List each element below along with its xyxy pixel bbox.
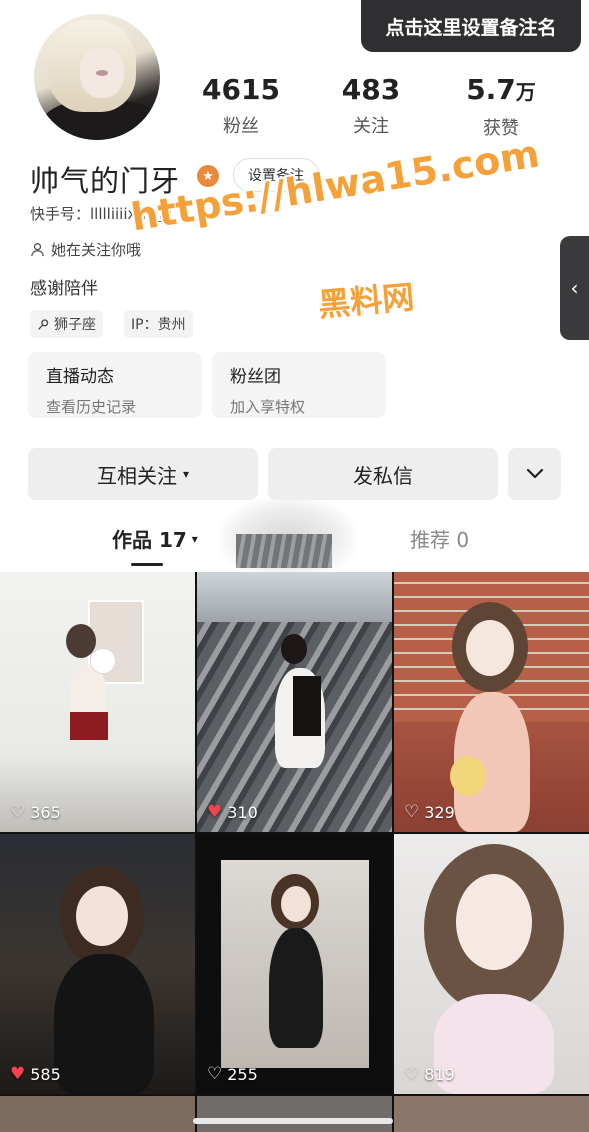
followers-count: 4615 xyxy=(202,73,280,106)
person-figure xyxy=(70,712,108,740)
following-label: 关注 xyxy=(353,116,389,137)
followers-stat[interactable]: 4615 粉丝 xyxy=(181,74,301,138)
person-figure xyxy=(281,634,307,664)
heart-outline-icon: ♡ xyxy=(404,802,420,822)
like-count: ♡ 329 xyxy=(404,803,455,822)
drink-cup xyxy=(450,756,486,796)
fan-club-subtitle: 加入享特权 xyxy=(230,398,306,416)
caret-down-icon: ▾ xyxy=(191,531,198,546)
watermark-subtitle: 黑料网 xyxy=(316,277,416,325)
person-figure xyxy=(76,886,128,946)
like-count: ♥ 585 xyxy=(10,1065,61,1084)
chevron-down-icon xyxy=(526,468,543,479)
like-count-value: 365 xyxy=(30,803,61,822)
live-activity-card[interactable]: 直播动态 查看历史记录 xyxy=(28,352,202,418)
mutual-follow-label: 互相关注 xyxy=(96,463,177,488)
live-activity-title: 直播动态 xyxy=(46,367,114,387)
heart-filled-icon: ♥ xyxy=(207,802,223,822)
like-count-value: 255 xyxy=(227,1065,258,1084)
following-count: 483 xyxy=(341,73,401,106)
like-count-value: 819 xyxy=(424,1065,455,1084)
blurred-thumbnail xyxy=(236,534,332,568)
fan-club-card[interactable]: 粉丝团 加入享特权 xyxy=(212,352,386,418)
tag-zodiac: 狮子座 xyxy=(30,310,103,338)
more-options-button[interactable] xyxy=(508,448,561,500)
post-thumbnail[interactable] xyxy=(394,1096,589,1132)
tab-recommend-label: 推荐 0 xyxy=(410,528,470,552)
post-thumbnail[interactable]: ♡ 255 xyxy=(197,834,392,1094)
tag-zodiac-label: 狮子座 xyxy=(54,317,96,333)
person-figure xyxy=(54,954,154,1094)
heart-outline-icon: ♡ xyxy=(10,802,26,822)
post-thumbnail[interactable] xyxy=(0,1096,195,1132)
send-message-label: 发私信 xyxy=(353,463,413,488)
post-thumbnail[interactable] xyxy=(197,1096,392,1132)
post-thumbnail[interactable]: ♥ 585 xyxy=(0,834,195,1094)
set-note-name-button[interactable]: 点击这里设置备注名 xyxy=(361,0,581,52)
profile-avatar[interactable] xyxy=(34,14,160,140)
person-figure xyxy=(293,676,321,736)
followers-label: 粉丝 xyxy=(223,116,259,137)
mutual-follow-button[interactable]: 互相关注 ▾ xyxy=(28,448,258,500)
like-count: ♡ 255 xyxy=(207,1065,258,1084)
post-thumbnail[interactable]: ♡ 819 xyxy=(394,834,589,1094)
live-activity-subtitle: 查看历史记录 xyxy=(46,398,137,416)
side-drawer-toggle[interactable]: ‹ xyxy=(560,236,589,340)
follows-you-row: 她在关注你哦 xyxy=(30,239,141,260)
post-thumbnail[interactable]: ♥ 310 xyxy=(197,572,392,832)
likes-count: 5.7万 xyxy=(466,73,536,106)
fan-club-title: 粉丝团 xyxy=(230,367,281,387)
avatar-eye xyxy=(96,70,108,76)
like-count-value: 585 xyxy=(30,1065,61,1084)
heart-outline-icon: ♡ xyxy=(207,1064,223,1084)
post-thumbnail[interactable]: ♡ 329 xyxy=(394,572,589,832)
tab-recommend[interactable]: 推荐 0 xyxy=(410,524,469,553)
post-thumbnail[interactable]: ♡ 365 xyxy=(0,572,195,832)
person-figure xyxy=(269,928,323,1048)
person-figure xyxy=(466,620,514,676)
send-message-button[interactable]: 发私信 xyxy=(268,448,498,500)
sky-area xyxy=(197,572,392,622)
tab-works-label: 作品 17 xyxy=(112,528,187,552)
like-count-value: 329 xyxy=(424,803,455,822)
tag-ip-label: IP：贵州 xyxy=(131,317,186,333)
like-count: ♡ 819 xyxy=(404,1065,455,1084)
zodiac-icon xyxy=(38,318,49,330)
person-icon xyxy=(31,243,44,257)
like-count-value: 310 xyxy=(227,803,258,822)
following-stat[interactable]: 483 关注 xyxy=(311,74,431,138)
plush-toy xyxy=(90,648,116,674)
like-count: ♡ 365 xyxy=(10,803,61,822)
home-indicator xyxy=(193,1118,393,1124)
follows-you-text: 她在关注你哦 xyxy=(51,241,142,259)
heart-filled-icon: ♥ xyxy=(10,1064,26,1084)
person-figure xyxy=(456,874,532,970)
heart-outline-icon: ♡ xyxy=(404,1064,420,1084)
person-figure xyxy=(281,886,311,922)
posts-grid: ♡ 365 ♥ 310 ♡ 329 ♥ 585 ♡ 255 ♡ 819 xyxy=(0,572,589,1132)
tag-ip-location: IP：贵州 xyxy=(124,310,193,338)
like-count: ♥ 310 xyxy=(207,803,258,822)
caret-down-icon: ▾ xyxy=(182,467,190,481)
likes-stat[interactable]: 5.7万 获赞 xyxy=(441,74,561,140)
watermark-url: https://hlwa15.com xyxy=(128,131,543,240)
profile-bio: 感谢陪伴 xyxy=(30,279,98,299)
active-tab-indicator xyxy=(131,563,163,566)
tab-works[interactable]: 作品 17 ▾ xyxy=(112,524,198,553)
chevron-left-icon: ‹ xyxy=(570,276,579,300)
